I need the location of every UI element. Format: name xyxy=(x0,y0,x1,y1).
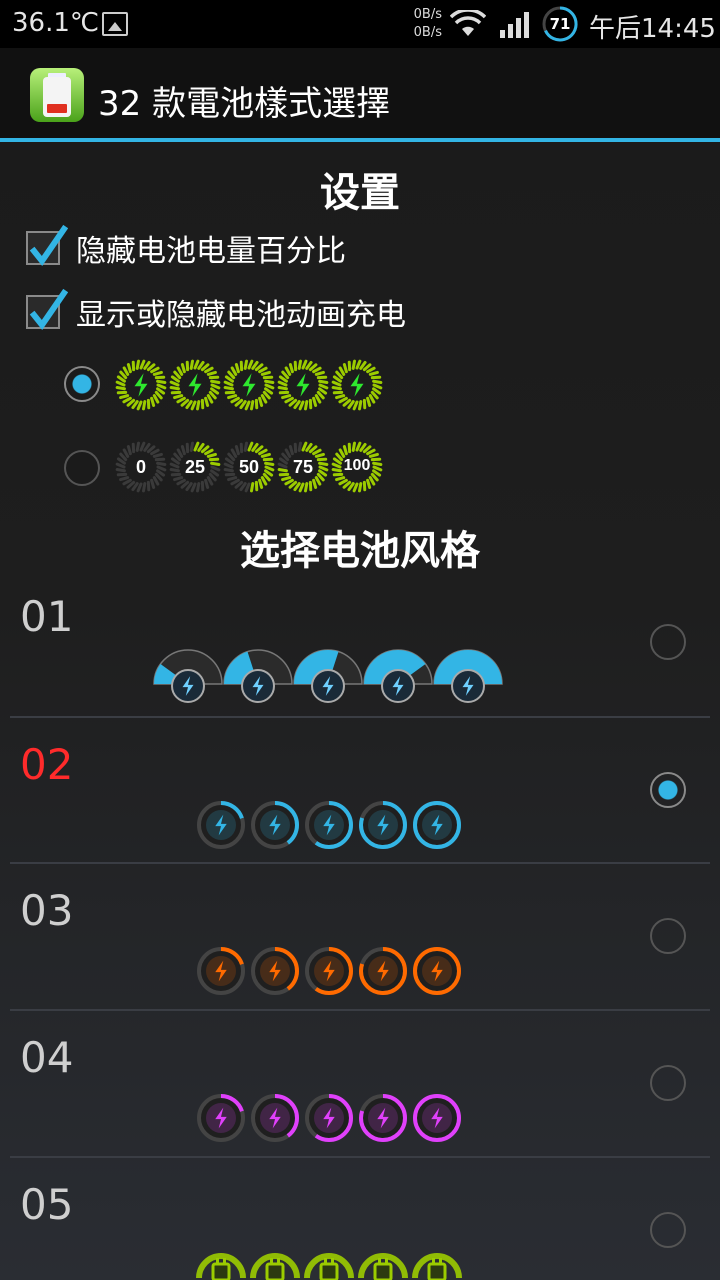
style-preview-03[interactable] xyxy=(194,944,464,998)
net-up-speed: 0B/s xyxy=(413,7,442,22)
action-bar: 32 款電池樣式選擇 xyxy=(0,48,720,142)
ring-battery-icon xyxy=(413,947,461,995)
signal-icon xyxy=(500,12,529,38)
list-divider xyxy=(10,862,710,864)
plug-battery-icon xyxy=(250,1253,300,1280)
charge-number-label: 50 xyxy=(238,457,260,477)
charge-number-icon: 25 xyxy=(168,440,222,494)
charge-bolt-icon xyxy=(169,359,221,411)
ring-battery-icon xyxy=(305,1094,353,1142)
style-radio-02[interactable] xyxy=(650,772,686,808)
status-bar: 36.1℃ 0B/s 0B/s 71 午后14:45 xyxy=(0,0,720,48)
ring-battery-icon xyxy=(305,947,353,995)
ring-battery-icon xyxy=(251,1094,299,1142)
charge-number-label: 100 xyxy=(343,457,371,474)
semicircle-battery-icon xyxy=(223,649,293,703)
ring-battery-icon xyxy=(197,801,245,849)
semicircle-battery-icon xyxy=(433,649,503,703)
plug-battery-icon xyxy=(358,1253,408,1280)
ring-battery-icon xyxy=(359,947,407,995)
wifi-icon xyxy=(450,10,486,36)
battery-level-text: 71 xyxy=(549,15,571,33)
ring-battery-icon xyxy=(359,1094,407,1142)
style-number-04: 04 xyxy=(20,1033,74,1082)
charge-number-icon: 0 xyxy=(114,440,168,494)
ring-battery-icon xyxy=(251,801,299,849)
charge-bolt-icon xyxy=(331,359,383,411)
network-speed: 0B/s 0B/s xyxy=(402,6,442,42)
ring-battery-icon xyxy=(251,947,299,995)
semicircle-battery-icon xyxy=(153,649,223,703)
plug-battery-icon xyxy=(304,1253,354,1280)
list-divider xyxy=(10,1009,710,1011)
style-radio-04[interactable] xyxy=(650,1065,686,1101)
charge-style-bolt-radio[interactable] xyxy=(64,366,100,402)
charge-bolt-icon xyxy=(223,359,275,411)
style-number-01: 01 xyxy=(20,592,74,641)
style-preview-04[interactable] xyxy=(194,1091,464,1145)
clock: 午后14:45 xyxy=(589,14,716,44)
list-divider xyxy=(10,1156,710,1158)
ring-battery-icon xyxy=(305,801,353,849)
ring-battery-icon xyxy=(197,1094,245,1142)
settings-heading: 设置 xyxy=(320,170,400,216)
style-radio-03[interactable] xyxy=(650,918,686,954)
style-radio-05[interactable] xyxy=(650,1212,686,1248)
net-down-speed: 0B/s xyxy=(413,25,442,40)
app-title: 32 款電池樣式選擇 xyxy=(98,84,391,124)
style-preview-05[interactable] xyxy=(194,1238,464,1280)
charge-style-number-radio[interactable] xyxy=(64,450,100,486)
semicircle-battery-icon xyxy=(363,649,433,703)
charge-bolt-icon xyxy=(115,359,167,411)
styles-heading: 选择电池风格 xyxy=(240,528,480,574)
charge-style-bolt-preview[interactable] xyxy=(114,358,384,412)
hide-percentage-checkbox[interactable] xyxy=(26,224,68,267)
charge-number-icon: 75 xyxy=(276,440,330,494)
image-notification-icon xyxy=(102,12,128,36)
charging-animation-label: 显示或隐藏电池动画充电 xyxy=(76,298,406,333)
ring-battery-icon xyxy=(413,1094,461,1142)
charging-animation-checkbox[interactable] xyxy=(26,288,68,331)
style-preview-01[interactable] xyxy=(152,648,503,706)
ring-battery-icon xyxy=(413,801,461,849)
charge-style-number-preview[interactable]: 0 25 50 75 100 xyxy=(114,440,384,494)
list-divider xyxy=(10,716,710,718)
hide-percentage-option[interactable]: 隐藏电池电量百分比 xyxy=(26,224,346,269)
temperature-readout: 36.1℃ xyxy=(12,8,100,38)
battery-level-indicator: 71 xyxy=(541,5,579,43)
charge-number-label: 25 xyxy=(184,457,206,477)
app-battery-icon xyxy=(30,68,84,122)
charge-number-label: 0 xyxy=(135,457,146,477)
plug-battery-icon xyxy=(196,1253,246,1280)
ring-battery-icon xyxy=(197,947,245,995)
charge-number-icon: 100 xyxy=(330,440,384,494)
charging-animation-option[interactable]: 显示或隐藏电池动画充电 xyxy=(26,288,406,333)
style-radio-01[interactable] xyxy=(650,624,686,660)
plug-battery-icon xyxy=(412,1253,462,1280)
hide-percentage-label: 隐藏电池电量百分比 xyxy=(76,234,346,269)
charge-number-label: 75 xyxy=(292,457,314,477)
style-preview-02[interactable] xyxy=(194,798,464,852)
semicircle-battery-icon xyxy=(293,649,363,703)
ring-battery-icon xyxy=(359,801,407,849)
style-number-03: 03 xyxy=(20,886,74,935)
style-number-02: 02 xyxy=(20,740,74,789)
checkmark-icon xyxy=(29,224,68,267)
checkmark-icon xyxy=(29,288,68,331)
style-number-05: 05 xyxy=(20,1180,74,1229)
charge-bolt-icon xyxy=(277,359,329,411)
charge-number-icon: 50 xyxy=(222,440,276,494)
